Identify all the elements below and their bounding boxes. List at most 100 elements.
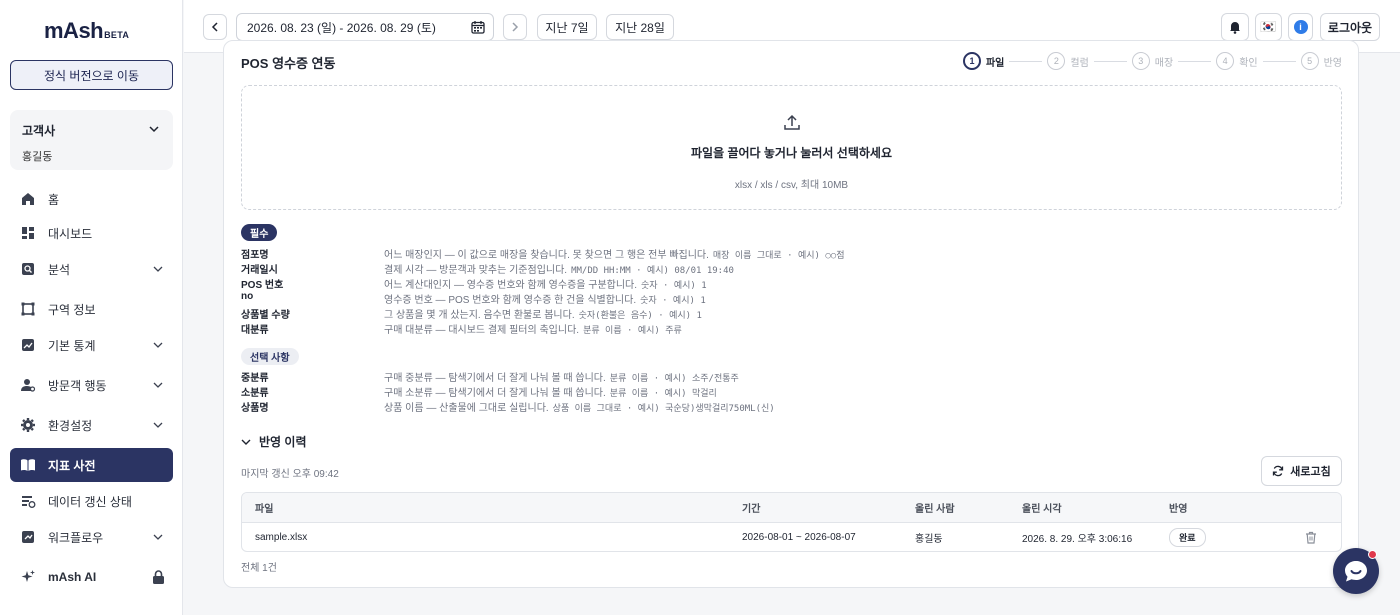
file-dropzone[interactable]: 파일을 끌어다 놓거나 눌러서 선택하세요 xlsx / xls / csv, … <box>241 85 1342 210</box>
bell-icon <box>1230 22 1240 34</box>
field-row: 소분류 구매 소분류 — 탐색기에서 더 잘게 나눠 볼 때 씁니다. 분류 이름 … <box>241 388 717 399</box>
table-header: 파일 기간 올린 사람 올린 시각 반영 <box>242 493 1341 523</box>
sidebar-item-label: 분석 <box>48 262 71 277</box>
step-file: 1 파일 <box>962 52 1004 70</box>
chevron-down-icon <box>153 382 163 388</box>
home-icon <box>20 191 36 207</box>
notification-button[interactable] <box>1221 13 1249 41</box>
next-week-button[interactable] <box>503 14 527 40</box>
sidebar-item-label: 데이터 갱신 상태 <box>48 494 132 509</box>
sidebar-item-visitor-behavior[interactable]: 방문객 행동 <box>10 368 173 402</box>
sidebar-item-label: 구역 정보 <box>48 302 96 317</box>
language-button[interactable]: 🇰🇷 <box>1255 13 1282 41</box>
field-row: 상품명 상품 이름 — 산출물에 그대로 실립니다. 상품 이름 그대로 · 예시)… <box>241 403 775 414</box>
sidebar-item-dashboard[interactable]: 대시보드 <box>10 216 173 250</box>
step-divider <box>1093 60 1127 62</box>
total-count: 전체 1건 <box>241 563 277 574</box>
field-row: 거래일시 결제 시각 — 방문객과 맞추는 기준점입니다. MM/DD HH:MM … <box>241 265 734 276</box>
column-uploaded-at: 올린 시각 <box>1022 504 1062 515</box>
logout-button[interactable]: 로그아웃 <box>1320 13 1380 41</box>
chevron-down-icon <box>153 534 163 540</box>
lock-icon <box>153 570 164 584</box>
refresh-icon <box>1273 465 1284 477</box>
sidebar-item-data-status[interactable]: 데이터 갱신 상태 <box>10 484 173 518</box>
sidebar-nav: 홈 대시보드 분석 구역 정보 기본 통계 방문객 행동 환경설정 지표 사전 … <box>10 182 173 594</box>
delete-button[interactable] <box>1305 523 1317 551</box>
step-column: 2 컬럼 <box>1047 52 1089 70</box>
sidebar-item-home[interactable]: 홈 <box>10 182 173 216</box>
date-range-picker[interactable]: 2026. 08. 23 (일) - 2026. 08. 29 (토) <box>236 13 494 41</box>
stepper: 1 파일 2 컬럼 3 매장 4 확인 5 반영 <box>962 52 1342 70</box>
info-button[interactable]: i <box>1288 13 1313 41</box>
prev-week-button[interactable] <box>203 14 227 40</box>
step-divider <box>1262 60 1296 62</box>
zone-icon <box>20 301 36 317</box>
customer-value: 홍길동 <box>22 151 53 163</box>
table-row: sample.xlsx 2026-08-01 ~ 2026-08-07 홍길동 … <box>242 523 1341 551</box>
chevron-left-icon <box>211 22 218 32</box>
chevron-down-icon <box>149 126 159 133</box>
field-row: 점포명 어느 매장인지 — 이 값으로 매장을 찾습니다. 못 찾으면 그 행은 … <box>241 250 845 261</box>
field-row: 대분류 구매 대분류 — 대시보드 결제 필터의 축입니다. 분류 이름 · 예시)… <box>241 325 682 336</box>
optional-badge: 선택 사항 <box>241 348 299 365</box>
field-row: 상품별 수량 그 상품을 몇 개 샀는지. 음수면 환불로 봅니다. 숫자(환불은 … <box>241 310 702 321</box>
step-apply: 5 반영 <box>1300 52 1342 70</box>
stats-icon <box>20 337 36 353</box>
data-status-icon <box>20 493 36 509</box>
sidebar-item-label: 환경설정 <box>48 418 93 433</box>
refresh-button[interactable]: 새로고침 <box>1261 456 1342 486</box>
sidebar-item-basic-stats[interactable]: 기본 통계 <box>10 328 173 362</box>
dashboard-icon <box>20 225 36 241</box>
column-file: 파일 <box>255 504 274 515</box>
chevron-down-icon <box>153 422 163 428</box>
book-icon <box>20 457 36 473</box>
cell-uploader: 홍길동 <box>915 534 943 545</box>
cell-status: 완료 <box>1169 523 1206 551</box>
dropzone-instruction: 파일을 끌어다 놓거나 눌러서 선택하세요 <box>690 146 893 160</box>
logo[interactable]: mAshBETA <box>44 18 129 44</box>
status-badge: 완료 <box>1169 528 1206 547</box>
sidebar-item-metric-dictionary[interactable]: 지표 사전 <box>10 448 173 482</box>
step-confirm: 4 확인 <box>1216 52 1258 70</box>
chat-button[interactable] <box>1333 548 1379 594</box>
korea-flag-icon: 🇰🇷 <box>1260 19 1277 34</box>
pos-receipt-card: POS 영수증 연동 1 파일 2 컬럼 3 매장 4 확인 5 반영 파일을 끌어다 놓… <box>223 40 1359 588</box>
sidebar: mAshBETA 정식 버전으로 이동 고객사 홍길동 홈 대시보드 분석 구역… <box>0 0 183 615</box>
customer-label: 고객사 <box>22 124 56 138</box>
history-toggle[interactable]: 반영 이력 <box>241 433 307 450</box>
notification-dot <box>1368 550 1377 559</box>
sidebar-item-zone-info[interactable]: 구역 정보 <box>10 292 173 326</box>
sidebar-item-analysis[interactable]: 분석 <box>10 252 173 286</box>
visitor-icon <box>20 377 36 393</box>
last-sync-text: 마지막 갱신 오후 09:42 <box>241 469 339 480</box>
upload-icon <box>783 114 800 130</box>
sidebar-item-mash-ai[interactable]: mAsh AI <box>10 560 173 594</box>
step-divider <box>1178 60 1212 62</box>
last-7-days-button[interactable]: 지난 7일 <box>537 14 597 40</box>
customer-selector[interactable]: 고객사 홍길동 <box>10 110 173 170</box>
date-range-text: 2026. 08. 23 (일) - 2026. 08. 29 (토) <box>247 20 436 35</box>
sidebar-item-workflow[interactable]: 워크플로우 <box>10 520 173 554</box>
chevron-right-icon <box>512 22 519 32</box>
sidebar-item-settings[interactable]: 환경설정 <box>10 408 173 442</box>
last-28-days-button[interactable]: 지난 28일 <box>606 14 674 40</box>
cell-file: sample.xlsx <box>255 532 308 543</box>
field-row: 중분류 구매 중분류 — 탐색기에서 더 잘게 나눠 볼 때 씁니다. 분류 이름 … <box>241 373 739 384</box>
column-uploader: 올린 사람 <box>915 504 955 515</box>
official-version-button[interactable]: 정식 버전으로 이동 <box>10 60 173 90</box>
column-status: 반영 <box>1169 504 1188 515</box>
settings-icon <box>20 417 36 433</box>
field-row: POS 번호 어느 계산대인지 — 영수증 번호와 함께 영수증을 구분합니다. 숫… <box>241 280 707 291</box>
required-badge: 필수 <box>241 224 278 241</box>
sidebar-item-label: 방문객 행동 <box>48 378 107 393</box>
sidebar-item-label: 기본 통계 <box>48 338 96 353</box>
chevron-down-icon <box>153 266 163 272</box>
step-store: 3 매장 <box>1131 52 1173 70</box>
history-title: 반영 이력 <box>259 435 307 449</box>
cell-uploaded-at: 2026. 8. 29. 오후 3:06:16 <box>1022 534 1133 545</box>
sidebar-item-label: 지표 사전 <box>48 458 96 473</box>
info-icon: i <box>1293 20 1308 34</box>
column-period: 기간 <box>742 504 761 515</box>
sidebar-item-label: mAsh AI <box>48 570 97 584</box>
trash-icon <box>1306 531 1316 544</box>
